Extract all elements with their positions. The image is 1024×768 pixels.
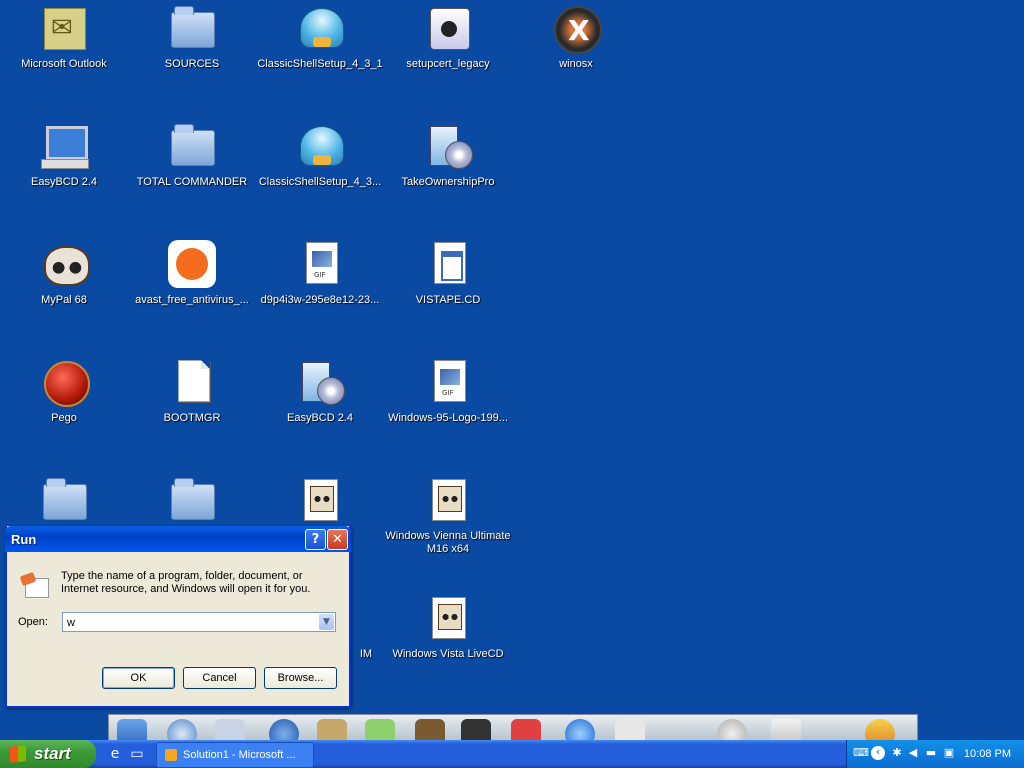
open-combobox[interactable]: ▼ xyxy=(62,612,336,632)
keyboard-icon[interactable]: ⌨ xyxy=(853,747,869,759)
easybcd-icon-item[interactable]: EasyBCD 2.4 xyxy=(0,122,128,189)
windows95-logo-gif-item[interactable]: Windows-95-Logo-199... xyxy=(384,358,512,425)
display-icon[interactable]: ▬ xyxy=(925,747,937,759)
run-icon xyxy=(19,570,53,598)
start-button[interactable]: start xyxy=(0,740,96,768)
gif-file-icon-item[interactable]: d9p4i3w-295e8e12-23... xyxy=(256,240,384,307)
folder-icon xyxy=(43,478,87,520)
app-icon xyxy=(165,749,177,761)
icon-label: ClassicShellSetup_4_3_1 xyxy=(257,58,383,70)
folder-icon-item[interactable] xyxy=(0,476,128,524)
osx-x-icon xyxy=(554,6,602,54)
folder-icon-item[interactable] xyxy=(128,476,256,524)
icon-label: Pego xyxy=(51,412,77,424)
icon-label: Windows Vienna Ultimate M16 x64 xyxy=(385,530,511,555)
volume-icon[interactable]: ◀ xyxy=(907,747,919,759)
installer-icon xyxy=(302,362,345,405)
icon-label: ClassicShellSetup_4_3... xyxy=(258,176,382,188)
avast-icon xyxy=(168,240,216,288)
vistape-icon-item[interactable]: VISTAPE.CD xyxy=(384,240,512,307)
bootmgr-icon-item[interactable]: BOOTMGR xyxy=(128,358,256,425)
outlook-icon xyxy=(44,8,86,50)
task-label: Solution1 - Microsoft ... xyxy=(183,749,296,761)
open-label: Open: xyxy=(18,616,48,628)
sources-folder-icon-item[interactable]: SOURCES xyxy=(128,4,256,71)
taskbar: start e ▭ Solution1 - Microsoft ... ⌨ ‹ … xyxy=(0,740,1024,768)
outlook-desktop-icon[interactable]: Microsoft Outlook xyxy=(0,4,128,71)
installer-cd-icon xyxy=(430,126,473,169)
folder-icon xyxy=(171,124,215,166)
ok-button[interactable]: OK xyxy=(102,667,175,689)
run-description: Type the name of a program, folder, docu… xyxy=(61,570,311,595)
raccoon-file-icon-item[interactable] xyxy=(256,476,384,524)
icon-label: EasyBCD 2.4 xyxy=(286,412,354,424)
chevron-left-icon[interactable]: ‹ xyxy=(871,746,885,760)
icon-label: setupcert_legacy xyxy=(406,58,490,70)
classicshell-setup-icon-item[interactable]: ClassicShellSetup_4_3_1 xyxy=(256,4,384,71)
icon-label: winosx xyxy=(559,58,593,70)
avast-installer-icon-item[interactable]: avast_free_antivirus_... xyxy=(128,240,256,307)
dialog-title: Run xyxy=(11,532,37,547)
total-commander-folder-item[interactable]: TOTAL COMMANDER xyxy=(128,122,256,189)
system-tray: ⌨ ‹ ✱ ◀ ▬ ▣ 10:08 PM xyxy=(846,740,1024,768)
run-title-bar[interactable]: Run ? ✕ xyxy=(5,526,351,552)
easybcd-2-icon-item[interactable]: EasyBCD 2.4 xyxy=(256,358,384,425)
taskbar-button-solution1[interactable]: Solution1 - Microsoft ... xyxy=(156,742,314,768)
run-dialog: Run ? ✕ Type the name of a program, fold… xyxy=(5,526,351,708)
pego-icon-item[interactable]: Pego xyxy=(0,358,128,425)
open-input[interactable] xyxy=(63,615,307,631)
monitor-icon[interactable]: ▣ xyxy=(943,747,955,759)
icon-label: avast_free_antivirus_... xyxy=(135,294,249,306)
shell-icon xyxy=(300,126,344,166)
folder-icon xyxy=(171,6,215,48)
gif-file-icon xyxy=(306,242,338,284)
icon-label: Windows Vista LiveCD xyxy=(392,648,504,660)
setupcert-icon-item[interactable]: setupcert_legacy xyxy=(384,4,512,71)
network-document-icon xyxy=(434,242,466,284)
icon-label: Windows-95-Logo-199... xyxy=(388,412,508,424)
windows-flag-icon xyxy=(10,745,26,763)
cancel-button[interactable]: Cancel xyxy=(183,667,256,689)
folder-icon xyxy=(171,478,215,520)
blank-file-icon xyxy=(178,360,210,402)
mypal-icon-item[interactable]: MyPal 68 xyxy=(0,240,128,307)
icon-label: TOTAL COMMANDER xyxy=(136,176,248,188)
icon-label: VISTAPE.CD xyxy=(415,294,481,306)
network-icon[interactable]: ✱ xyxy=(891,747,903,759)
dock-bar xyxy=(108,714,918,749)
show-desktop-icon[interactable]: ▭ xyxy=(128,745,146,763)
start-label: start xyxy=(34,744,71,763)
icon-label: BOOTMGR xyxy=(163,412,221,424)
windows-vienna-icon-item[interactable]: Windows Vienna Ultimate M16 x64 xyxy=(384,476,512,556)
close-button[interactable]: ✕ xyxy=(327,529,348,550)
icon-label: SOURCES xyxy=(164,58,220,70)
icon-label: d9p4i3w-295e8e12-23... xyxy=(260,294,380,306)
icon-label: TakeOwnershipPro xyxy=(401,176,495,188)
takeownershippro-icon-item[interactable]: TakeOwnershipPro xyxy=(384,122,512,189)
raccoon-icon xyxy=(44,246,90,286)
internet-explorer-icon[interactable]: e xyxy=(106,745,124,763)
mug-icon xyxy=(430,8,470,50)
computer-icon xyxy=(41,126,89,169)
browse-button[interactable]: Browse... xyxy=(264,667,337,689)
icon-label: EasyBCD 2.4 xyxy=(30,176,98,188)
windows-vista-livecd-icon-item[interactable]: Windows Vista LiveCD xyxy=(384,594,512,661)
shell-icon xyxy=(300,8,344,48)
winosx-icon-item[interactable]: winosx xyxy=(512,4,640,71)
icon-label: Microsoft Outlook xyxy=(21,58,107,70)
classicshell-setup-2-icon-item[interactable]: ClassicShellSetup_4_3... xyxy=(256,122,384,189)
chevron-down-icon[interactable]: ▼ xyxy=(319,614,334,630)
gif-file-icon xyxy=(434,360,466,402)
red-orb-icon xyxy=(44,361,90,407)
icon-label: MyPal 68 xyxy=(41,294,87,306)
help-button[interactable]: ? xyxy=(305,529,326,550)
clock: 10:08 PM xyxy=(963,748,1011,760)
raccoon-document-icon xyxy=(432,479,466,521)
raccoon-document-icon xyxy=(432,597,466,639)
raccoon-document-icon xyxy=(304,479,338,521)
